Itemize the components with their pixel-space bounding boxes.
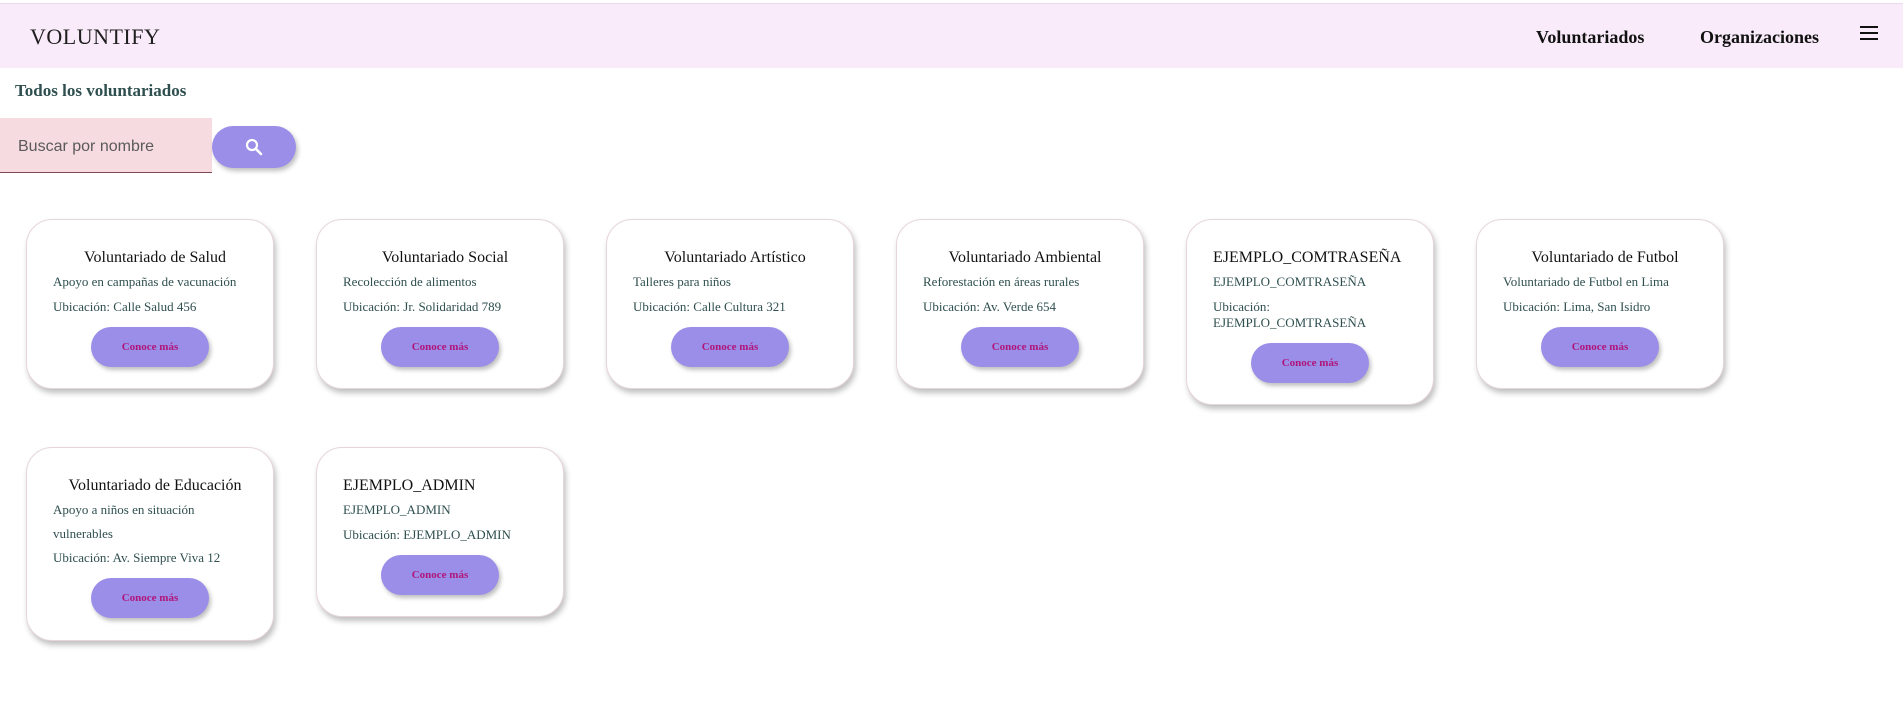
conoce-mas-button[interactable]: Conoce más	[961, 327, 1079, 367]
card-description: Talleres para niños	[633, 274, 731, 289]
search-field[interactable]	[0, 118, 212, 173]
card-title: EJEMPLO_ADMIN	[343, 477, 476, 494]
card-location: Ubicación: EJEMPLO_COMTRASEÑA	[1213, 299, 1367, 330]
conoce-mas-button[interactable]: Conoce más	[381, 555, 499, 595]
card-location: Ubicación: Av. Siempre Viva 12	[53, 550, 221, 565]
card-title: Voluntariado de Salud	[84, 249, 226, 266]
card-title: Voluntariado de Educación	[68, 477, 242, 494]
nav-link-voluntariados[interactable]: Voluntariados	[1536, 27, 1644, 48]
nav-link-organizaciones[interactable]: Organizaciones	[1700, 27, 1819, 48]
volunteer-card: Voluntariado de Futbol Voluntariado de F…	[1476, 219, 1724, 389]
conoce-mas-button[interactable]: Conoce más	[91, 578, 209, 618]
navbar: VOLUNTIFY Voluntariados Organizaciones	[0, 4, 1903, 68]
card-title: Voluntariado Artístico	[664, 249, 806, 266]
volunteer-card: Voluntariado Ambiental Reforestación en …	[896, 219, 1144, 389]
page-title: Todos los voluntariados	[15, 81, 187, 100]
brand-logo[interactable]: VOLUNTIFY	[30, 24, 160, 50]
card-title: Voluntariado de Futbol	[1531, 249, 1679, 266]
card-description: EJEMPLO_ADMIN	[343, 502, 451, 517]
search-button[interactable]	[212, 126, 296, 168]
conoce-mas-button[interactable]: Conoce más	[671, 327, 789, 367]
volunteer-card: Voluntariado Artístico Talleres para niñ…	[606, 219, 854, 389]
card-description: Reforestación en áreas rurales	[923, 274, 1080, 289]
card-location: Ubicación: Calle Cultura 321	[633, 299, 786, 314]
card-title: EJEMPLO_COMTRASEÑA	[1213, 249, 1402, 266]
search-input[interactable]	[16, 135, 200, 159]
card-description: EJEMPLO_COMTRASEÑA	[1213, 274, 1367, 289]
conoce-mas-button[interactable]: Conoce más	[1541, 327, 1659, 367]
card-location: Ubicación: Av. Verde 654	[923, 299, 1056, 314]
card-description: Apoyo en campañas de vacunación	[53, 274, 237, 289]
card-description: Apoyo a niños en situación vulnerables	[53, 502, 195, 541]
card-location: Ubicación: Jr. Solidaridad 789	[343, 299, 502, 314]
search-icon	[245, 138, 263, 156]
conoce-mas-button[interactable]: Conoce más	[91, 327, 209, 367]
conoce-mas-button[interactable]: Conoce más	[381, 327, 499, 367]
card-location: Ubicación: Lima, San Isidro	[1503, 299, 1651, 314]
volunteer-card: EJEMPLO_COMTRASEÑA EJEMPLO_COMTRASEÑA Ub…	[1186, 219, 1434, 405]
volunteer-card: Voluntariado Social Recolección de alime…	[316, 219, 564, 389]
volunteer-card: EJEMPLO_ADMIN EJEMPLO_ADMIN Ubicación: E…	[316, 447, 564, 617]
card-location: Ubicación: Calle Salud 456	[53, 299, 197, 314]
card-description: Voluntariado de Futbol en Lima	[1503, 274, 1669, 289]
card-title: Voluntariado Social	[381, 249, 509, 266]
card-description: Recolección de alimentos	[343, 274, 477, 289]
volunteer-card: Voluntariado de Salud Apoyo en campañas …	[26, 219, 274, 389]
card-title: Voluntariado Ambiental	[948, 249, 1102, 266]
hamburger-menu-icon[interactable]	[1860, 24, 1880, 40]
conoce-mas-button[interactable]: Conoce más	[1251, 343, 1369, 383]
card-location: Ubicación: EJEMPLO_ADMIN	[343, 527, 511, 542]
volunteer-card: Voluntariado de Educación Apoyo a niños …	[26, 447, 274, 641]
